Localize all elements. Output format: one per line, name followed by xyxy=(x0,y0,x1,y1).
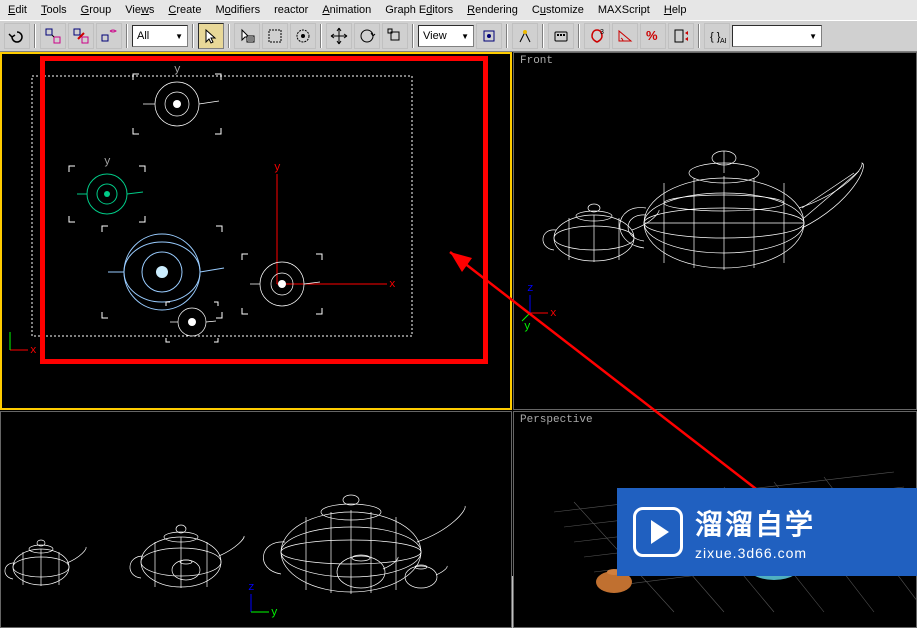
svg-text:y: y xyxy=(104,156,111,168)
menu-tools[interactable]: Tools xyxy=(35,2,73,18)
menu-animation[interactable]: Animation xyxy=(316,2,377,18)
viewport-front[interactable]: Front x z y xyxy=(513,52,917,410)
menu-edit[interactable]: EEditdit xyxy=(2,2,33,18)
svg-text:y: y xyxy=(271,607,278,619)
window-crossing-button[interactable] xyxy=(290,23,316,49)
svg-text:y: y xyxy=(174,64,181,76)
snap-3d-button[interactable]: 3 xyxy=(584,23,610,49)
rotate-button[interactable] xyxy=(354,23,380,49)
main-toolbar: All▼ View▼ 3 % { }ABC ▼ xyxy=(0,20,917,52)
menu-views[interactable]: Views xyxy=(119,2,160,18)
watermark-title: 溜溜自学 xyxy=(695,503,815,543)
svg-text:ABC: ABC xyxy=(720,38,726,45)
undo-button[interactable] xyxy=(4,23,30,49)
menu-modifiers[interactable]: Modifiers xyxy=(209,2,266,18)
svg-text:x: x xyxy=(30,345,37,357)
selection-filter-dropdown[interactable]: All▼ xyxy=(132,25,188,47)
percent-snap-button[interactable]: % xyxy=(640,23,666,49)
menu-maxscript[interactable]: MAXScript xyxy=(592,2,656,18)
named-selection-button[interactable]: { }ABC xyxy=(704,23,730,49)
scale-button[interactable] xyxy=(382,23,408,49)
svg-text:y: y xyxy=(274,162,281,174)
keyboard-shortcut-button[interactable] xyxy=(548,23,574,49)
ref-coord-dropdown[interactable]: View▼ xyxy=(418,25,474,47)
menu-graph-editors[interactable]: Graph Editors xyxy=(379,2,459,18)
viewport-area: x x y y xyxy=(0,52,917,576)
menu-bar: EEditdit Tools Group Views Create Modifi… xyxy=(0,0,917,20)
watermark-banner: 溜溜自学 zixue.3d66.com xyxy=(617,488,917,576)
menu-group[interactable]: Group xyxy=(75,2,118,18)
angle-snap-button[interactable] xyxy=(612,23,638,49)
svg-text:z: z xyxy=(527,283,534,295)
svg-text:%: % xyxy=(646,28,658,43)
svg-text:3: 3 xyxy=(600,29,604,36)
spinner-snap-button[interactable] xyxy=(668,23,694,49)
named-selection-dropdown[interactable]: ▼ xyxy=(732,25,822,47)
move-button[interactable] xyxy=(326,23,352,49)
svg-text:z: z xyxy=(248,582,255,594)
menu-reactor[interactable]: reactor xyxy=(268,2,314,18)
select-region-rectangle-button[interactable] xyxy=(262,23,288,49)
pivot-center-button[interactable] xyxy=(476,23,502,49)
svg-text:y: y xyxy=(524,321,531,333)
watermark-url: zixue.3d66.com xyxy=(695,545,815,561)
play-icon xyxy=(633,507,683,557)
svg-text:x: x xyxy=(389,279,396,291)
viewport-left[interactable]: z y xyxy=(0,411,512,628)
menu-help[interactable]: Help xyxy=(658,2,693,18)
select-object-button[interactable] xyxy=(198,23,224,49)
svg-text:x: x xyxy=(550,308,557,320)
menu-create[interactable]: Create xyxy=(162,2,207,18)
menu-customize[interactable]: Customize xyxy=(526,2,590,18)
viewport-perspective-label: Perspective xyxy=(520,414,593,426)
link-button[interactable] xyxy=(40,23,66,49)
unlink-button[interactable] xyxy=(68,23,94,49)
manipulate-button[interactable] xyxy=(512,23,538,49)
viewport-front-label: Front xyxy=(520,55,553,67)
bind-spacewarp-button[interactable] xyxy=(96,23,122,49)
menu-rendering[interactable]: Rendering xyxy=(461,2,524,18)
viewport-top[interactable]: x x y y xyxy=(0,52,512,410)
select-by-name-button[interactable] xyxy=(234,23,260,49)
